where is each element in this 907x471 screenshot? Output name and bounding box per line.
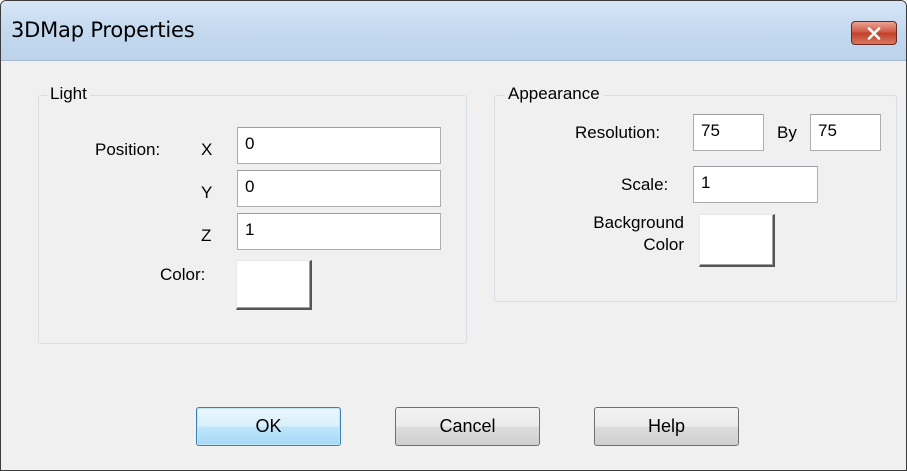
background-color-label: Background Color [557, 212, 684, 256]
close-icon [867, 26, 881, 40]
properties-dialog: 3DMap Properties Light Position: X Y Z 0… [0, 0, 907, 471]
scale-label: Scale: [621, 175, 669, 194]
close-button[interactable] [851, 21, 897, 45]
light-z-input[interactable]: 1 [237, 213, 441, 250]
position-label: Position: [95, 140, 161, 159]
x-label: X [201, 140, 213, 159]
resolution-y-input[interactable]: 75 [810, 114, 881, 151]
dialog-body: Light Position: X Y Z 0 0 1 Color: Appea… [9, 61, 900, 464]
light-color-button[interactable] [236, 260, 312, 310]
cancel-button[interactable]: Cancel [395, 407, 540, 446]
ok-button[interactable]: OK [196, 407, 341, 446]
light-color-label: Color: [160, 265, 206, 284]
background-color-label-line2: Color [643, 235, 684, 254]
title-bar[interactable]: 3DMap Properties [1, 1, 906, 61]
by-label: By [777, 123, 797, 142]
background-color-label-line1: Background [593, 213, 684, 232]
appearance-group-legend: Appearance [505, 84, 603, 104]
light-group-legend: Light [47, 84, 90, 104]
z-label: Z [201, 226, 212, 245]
window-title: 3DMap Properties [11, 18, 195, 42]
help-button[interactable]: Help [594, 407, 739, 446]
resolution-x-input[interactable]: 75 [693, 114, 764, 151]
y-label: Y [201, 183, 213, 202]
light-y-input[interactable]: 0 [237, 170, 441, 207]
scale-input[interactable]: 1 [693, 166, 818, 203]
background-color-button[interactable] [699, 214, 775, 267]
resolution-label: Resolution: [575, 123, 661, 142]
light-x-input[interactable]: 0 [237, 127, 441, 164]
